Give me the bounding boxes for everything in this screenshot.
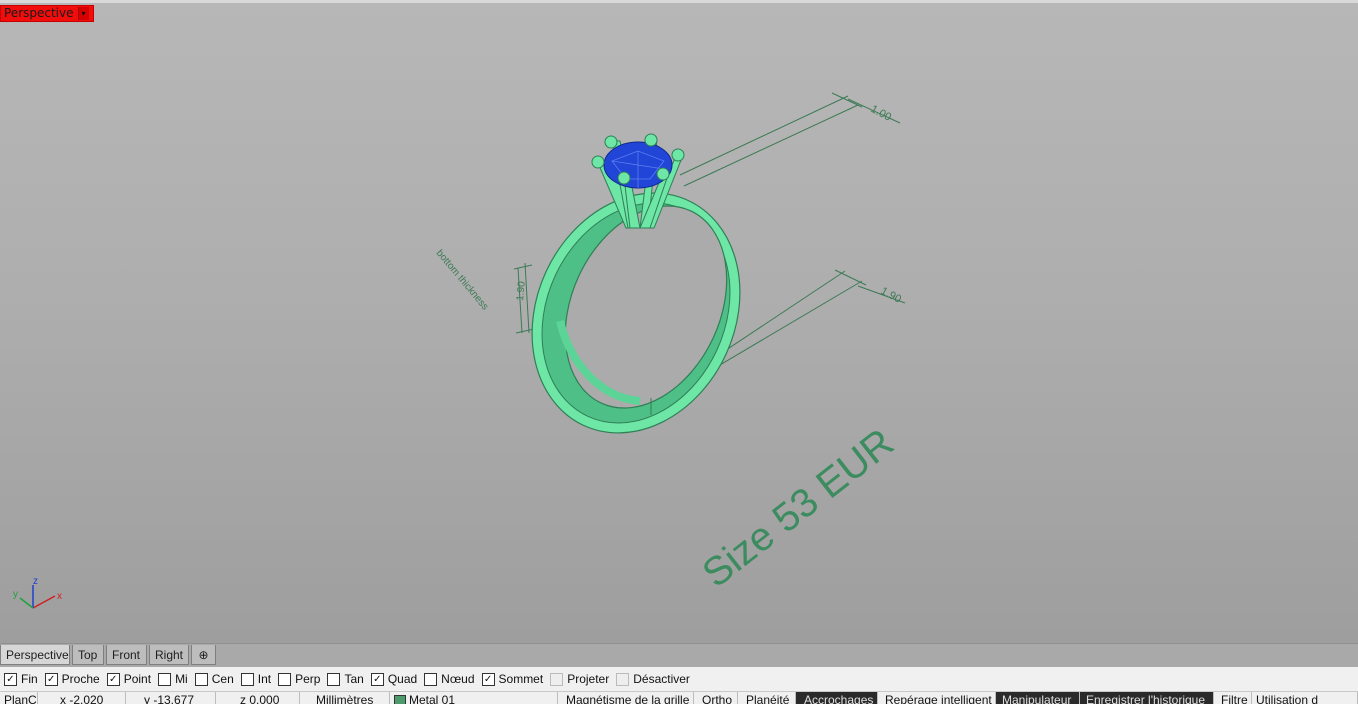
viewport-tabs: Perspective Top Front Right ⊕ — [0, 643, 1358, 667]
dim-label-bottom: 1.90 — [879, 285, 904, 306]
osnap-perp[interactable]: Perp — [278, 672, 320, 686]
ring-scene[interactable]: 1.00 1.90 1.90 bottom thickness Size 53 … — [0, 3, 1358, 643]
checkbox-cen — [194, 672, 208, 686]
osnap-mi[interactable]: Mi — [158, 672, 188, 686]
tab-right[interactable]: Right — [149, 645, 189, 665]
viewport-title-text: Perspective — [4, 6, 74, 20]
axis-y-label: y — [13, 589, 18, 600]
checkbox-sommet: ✓ — [481, 672, 495, 686]
status-x: x -2.020 — [38, 692, 126, 704]
checkbox-tan — [327, 672, 341, 686]
viewport-title[interactable]: Perspective ▾ — [0, 5, 94, 22]
status-units[interactable]: Millimètres — [300, 692, 390, 704]
osnap-bar: ✓ Fin ✓ Proche ✓ Point Mi Cen Int Perp Tan … — [0, 667, 1358, 691]
checkbox-proche: ✓ — [44, 672, 58, 686]
dim-label-top: 1.00 — [869, 103, 894, 124]
osnap-point[interactable]: ✓ Point — [106, 672, 151, 686]
checkbox-projeter — [550, 672, 564, 686]
osnap-sommet[interactable]: ✓ Sommet — [481, 672, 543, 686]
checkbox-fin: ✓ — [4, 672, 17, 686]
perspective-viewport[interactable]: 1.00 1.90 1.90 bottom thickness Size 53 … — [0, 0, 1358, 643]
checkbox-desactiver — [616, 672, 630, 686]
status-gumball[interactable]: Manipulateur — [996, 692, 1080, 704]
add-tab-icon[interactable]: ⊕ — [191, 645, 216, 665]
checkbox-point: ✓ — [106, 672, 120, 686]
viewport-menu-arrow-icon[interactable]: ▾ — [77, 7, 89, 20]
osnap-cen[interactable]: Cen — [194, 672, 234, 686]
status-filter[interactable]: Filtre — [1214, 692, 1252, 704]
checkbox-int — [240, 672, 254, 686]
side-label: bottom thickness — [434, 248, 491, 313]
osnap-noeud[interactable]: Nœud — [424, 672, 475, 686]
osnap-fin[interactable]: ✓ Fin — [4, 672, 38, 686]
checkbox-mi — [158, 672, 172, 686]
osnap-desactiver[interactable]: Désactiver — [616, 672, 690, 686]
checkbox-quad: ✓ — [370, 672, 384, 686]
osnap-tan[interactable]: Tan — [327, 672, 364, 686]
tab-perspective[interactable]: Perspective — [0, 645, 70, 665]
osnap-int[interactable]: Int — [240, 672, 271, 686]
osnap-quad[interactable]: ✓ Quad — [370, 672, 417, 686]
dim-label-side: 1.90 — [515, 280, 528, 301]
status-history[interactable]: Enregistrer l'historique — [1080, 692, 1214, 704]
status-grid-snap[interactable]: Magnétisme de la grille — [558, 692, 694, 704]
status-layer[interactable]: Metal 01 — [390, 692, 558, 704]
checkbox-noeud — [424, 672, 438, 686]
tab-front[interactable]: Front — [106, 645, 147, 665]
tab-top[interactable]: Top — [72, 645, 104, 665]
status-bar: PlanC x -2.020 y -13.677 z 0.000 Millimè… — [0, 691, 1358, 704]
status-y: y -13.677 — [126, 692, 216, 704]
status-z: z 0.000 — [216, 692, 300, 704]
status-smarttrack[interactable]: Repérage intelligent — [878, 692, 996, 704]
size-text: Size 53 EUR — [694, 420, 902, 596]
status-planar[interactable]: Planéité — [738, 692, 796, 704]
checkbox-perp — [278, 672, 292, 686]
status-ortho[interactable]: Ortho — [694, 692, 738, 704]
osnap-projeter[interactable]: Projeter — [550, 672, 609, 686]
status-osnap[interactable]: Accrochages — [796, 692, 878, 704]
axis-z-label: z — [33, 576, 38, 587]
osnap-proche[interactable]: ✓ Proche — [44, 672, 100, 686]
status-usage[interactable]: Utilisation d — [1252, 692, 1358, 704]
axis-x-label: x — [57, 591, 62, 602]
status-plane[interactable]: PlanC — [0, 692, 38, 704]
axis-widget: x z y — [13, 576, 62, 609]
